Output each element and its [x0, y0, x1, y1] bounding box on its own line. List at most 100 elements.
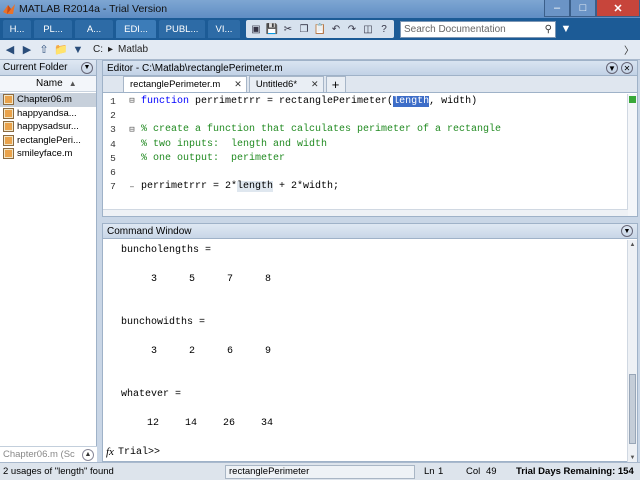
command-prompt[interactable]: fx Trial>> — [106, 446, 160, 458]
list-item[interactable]: happyandsa... — [0, 107, 96, 121]
line-value: 1 — [438, 466, 444, 477]
output-variable-name: buncholengths = — [121, 245, 212, 256]
editor-tabs: rectanglePerimeter.m ✕ Untitled6* ✕ + — [103, 76, 637, 93]
cut-icon[interactable]: ✂ — [281, 22, 295, 36]
path-drive[interactable]: C: — [93, 44, 103, 55]
details-bar[interactable]: Chapter06.m (Sc ▲ — [0, 446, 97, 462]
code-line[interactable]: 7 – perrimetrrr = 2* length + 2*width; — [103, 180, 628, 194]
trial-days-remaining: Trial Days Remaining: 154 — [516, 466, 634, 477]
maximize-button[interactable]: □ — [570, 0, 596, 17]
tab-apps[interactable]: A... — [75, 20, 113, 38]
editor-horizontal-scrollbar[interactable] — [103, 209, 628, 216]
editor-title: Editor - C:\Matlab\rectanglePerimeter.m — [107, 62, 283, 74]
code-line[interactable]: 1 ⊟ function perrimetrrr = rectanglePeri… — [103, 94, 628, 108]
m-file-icon — [3, 121, 14, 133]
tab-publish[interactable]: PUBL... — [159, 20, 205, 38]
save-icon[interactable]: 💾 — [265, 22, 279, 36]
m-file-icon — [3, 148, 14, 160]
current-folder-title: Current Folder — [3, 62, 68, 73]
search-icon[interactable]: ⚲ — [545, 24, 552, 35]
current-folder-header: Current Folder ▼ — [0, 60, 96, 76]
list-item[interactable]: Chapter06.m — [0, 93, 96, 107]
search-documentation-input[interactable]: Search Documentation ⚲ — [400, 20, 556, 38]
minimize-button[interactable]: – — [544, 0, 570, 17]
breakpoint-dash-icon[interactable]: – — [123, 182, 141, 192]
paste-icon[interactable]: 📋 — [313, 22, 327, 36]
filter-icon[interactable]: ▼ — [558, 21, 574, 37]
m-file-icon — [3, 94, 14, 106]
close-tab-icon[interactable]: ✕ — [311, 79, 319, 90]
up-folder-icon[interactable]: ⇧ — [37, 43, 51, 57]
folder-path[interactable]: C: ▸ Matlab — [93, 44, 153, 55]
editor-vertical-scrollbar[interactable] — [627, 94, 637, 216]
list-item[interactable]: happysadsur... — [0, 120, 96, 134]
command-window-title: Command Window — [107, 225, 192, 237]
dropdown-icon[interactable]: ▼ — [71, 43, 85, 57]
new-tab-button[interactable]: + — [325, 76, 346, 92]
editor-close-icon[interactable]: ✕ — [621, 62, 633, 74]
tab-rectangle-perimeter[interactable]: rectanglePerimeter.m ✕ — [123, 76, 247, 92]
window-controls: – □ ✕ — [544, 0, 640, 17]
browse-folder-icon[interactable]: 📁 — [54, 43, 68, 57]
path-separator-icon: ▸ — [108, 44, 114, 55]
m-file-icon — [3, 107, 14, 119]
output-values: 3 5 7 8 — [151, 274, 272, 285]
search-placeholder: Search Documentation — [404, 23, 506, 35]
function-browser-icon[interactable]: fx — [106, 446, 114, 458]
path-folder[interactable]: Matlab — [118, 44, 148, 55]
code-line[interactable]: 6 — [103, 165, 628, 179]
command-output[interactable]: buncholengths = 3 5 7 8 bunchowidths = 3… — [121, 240, 626, 462]
panel-actions-icon[interactable]: ▼ — [81, 61, 93, 74]
expand-details-icon[interactable]: ▲ — [82, 448, 94, 461]
output-variable-name: whatever = — [121, 389, 182, 400]
status-bar: 2 usages of "length" found rectanglePeri… — [0, 462, 640, 480]
address-bar: ◀ ▶ ⇧ 📁 ▼ C: ▸ Matlab 〉 — [0, 40, 640, 60]
fold-icon[interactable]: ⊟ — [123, 96, 141, 106]
close-tab-icon[interactable]: ✕ — [234, 79, 242, 90]
editor-panel: Editor - C:\Matlab\rectanglePerimeter.m … — [102, 60, 638, 217]
tab-home[interactable]: H... — [3, 20, 31, 38]
name-column-label: Name — [36, 78, 63, 89]
scroll-down-icon[interactable]: ▼ — [628, 453, 637, 462]
command-window-scrollbar[interactable]: ▲ ▼ — [627, 240, 637, 462]
tab-untitled6[interactable]: Untitled6* ✕ — [248, 76, 324, 92]
quick-access-toolbar: ▣ 💾 ✂ ❐ 📋 ↶ ↷ ◫ ? — [246, 20, 394, 38]
code-analyzer-ok-indicator[interactable] — [629, 96, 636, 103]
scroll-up-icon[interactable]: ▲ — [628, 240, 637, 249]
matlab-logo-icon — [3, 4, 15, 14]
list-item[interactable]: rectanglePeri... — [0, 134, 96, 148]
fold-icon[interactable]: ⊟ — [123, 125, 141, 135]
code-line[interactable]: 5 % one output: perimeter — [103, 151, 628, 165]
file-list: Chapter06.m happyandsa... happysadsur...… — [0, 92, 96, 161]
output-variable-name: bunchowidths = — [121, 317, 206, 328]
scrollbar-thumb[interactable] — [629, 374, 636, 444]
copy-icon[interactable]: ❐ — [297, 22, 311, 36]
command-window-header: Command Window ▼ — [103, 224, 637, 239]
code-line[interactable]: 2 — [103, 108, 628, 122]
command-window-actions-icon[interactable]: ▼ — [621, 225, 633, 237]
prompt-text: Trial>> — [117, 446, 160, 458]
new-icon[interactable]: ▣ — [249, 22, 263, 36]
back-icon[interactable]: ◀ — [3, 43, 17, 57]
code-line[interactable]: 4 % two inputs: length and width — [103, 137, 628, 151]
tab-editor[interactable]: EDI... — [116, 20, 156, 38]
undo-icon[interactable]: ↶ — [329, 22, 343, 36]
code-area[interactable]: 1 ⊟ function perrimetrrr = rectanglePeri… — [103, 94, 628, 194]
line-label: Ln — [424, 466, 435, 477]
name-column-header[interactable]: Name ▲ — [0, 76, 96, 92]
forward-icon[interactable]: ▶ — [20, 43, 34, 57]
tab-view[interactable]: VI... — [208, 20, 240, 38]
switch-windows-icon[interactable]: ◫ — [361, 22, 375, 36]
editor-actions-icon[interactable]: ▼ — [606, 62, 618, 74]
list-item[interactable]: smileyface.m — [0, 147, 96, 161]
code-line[interactable]: 3 ⊟ % create a function that calculates … — [103, 123, 628, 137]
current-folder-panel: Current Folder ▼ Name ▲ Chapter06.m happ… — [0, 60, 97, 462]
redo-icon[interactable]: ↷ — [345, 22, 359, 36]
close-button[interactable]: ✕ — [596, 0, 640, 17]
ribbon-tabs: H... PL... A... EDI... PUBL... VI... ▣ 💾… — [0, 18, 640, 40]
expand-path-icon[interactable]: 〉 — [622, 42, 636, 57]
tab-plots[interactable]: PL... — [34, 20, 72, 38]
column-value: 49 — [486, 466, 497, 477]
help-icon[interactable]: ? — [377, 22, 391, 36]
window-title: MATLAB R2014a - Trial Version — [19, 3, 168, 15]
